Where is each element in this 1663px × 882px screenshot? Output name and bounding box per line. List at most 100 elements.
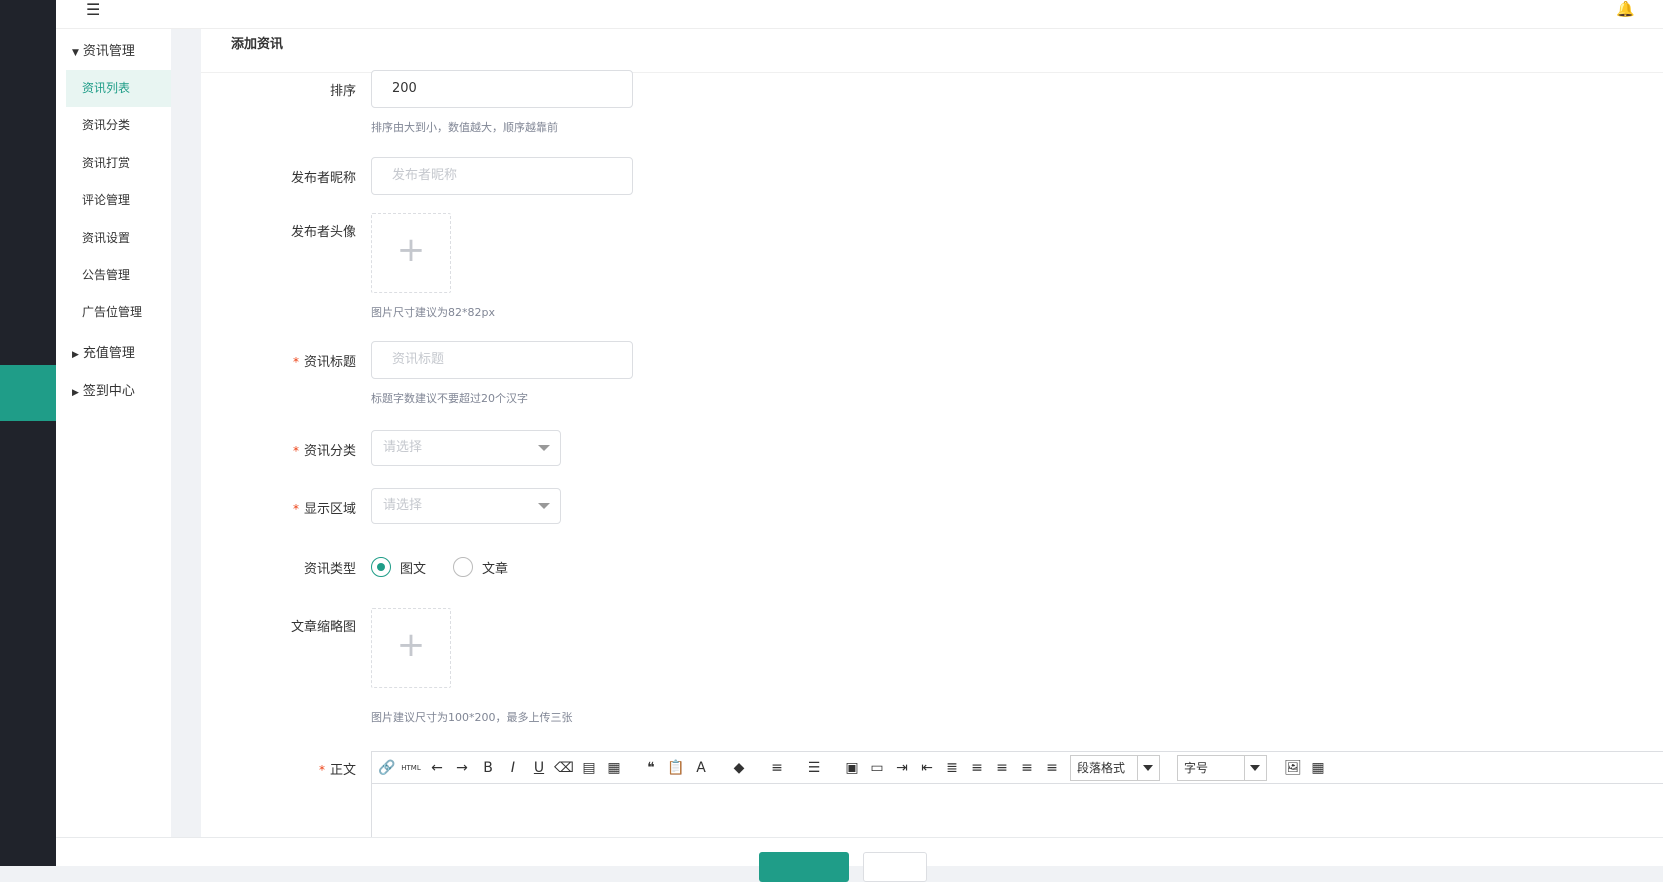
sidebar: ▼ 资讯管理 资讯列表 资讯分类 资讯打赏 评论管理 资讯设置 公告管理 广告位管…	[56, 29, 171, 866]
title-label-text: 资讯标题	[303, 355, 356, 370]
area-label-text: 显示区域	[303, 502, 356, 517]
sort-input[interactable]: 200	[371, 70, 633, 108]
italic-icon[interactable]: I	[502, 759, 524, 777]
block-format-icon[interactable]: ▦	[603, 759, 625, 777]
paragraph-format-text: 段落格式	[1077, 761, 1126, 775]
nickname-input[interactable]: 发布者昵称	[371, 157, 633, 195]
sort-label: 排序	[329, 84, 356, 99]
link-icon[interactable]: 🔗	[376, 759, 398, 777]
paragraph-format-select[interactable]: 段落格式	[1070, 755, 1160, 781]
undo-icon[interactable]: ←	[426, 759, 448, 777]
ordered-list-icon[interactable]: ≡	[766, 759, 788, 777]
title-hint: 标题字数建议不要超过20个汉字	[371, 392, 528, 405]
main-panel: 添加资讯 排序 200 排序由大到小，数值越大，顺序越靠前 发布者昵称 发布者昵…	[201, 29, 1663, 861]
sidebar-group-checkin[interactable]: ▶ 签到中心	[72, 380, 135, 399]
caret-down-icon: ▼	[72, 48, 79, 58]
thumbnail-label: 文章缩略图	[290, 620, 356, 635]
sidebar-item-news-reward[interactable]: 资讯打赏	[66, 145, 171, 182]
sidebar-item-news-list[interactable]: 资讯列表	[66, 70, 171, 107]
editor-toolbar: 🔗 HTML ← → B I U ⌫ ▤ ▦ ❝ 📋 A ◆ ≡ ☰ ▣ ▭ ⇥…	[372, 752, 1663, 784]
chevron-down-icon	[538, 503, 550, 509]
sort-hint: 排序由大到小，数值越大，顺序越靠前	[371, 121, 558, 134]
redo-icon[interactable]: →	[451, 759, 473, 777]
cancel-button[interactable]	[863, 852, 927, 882]
chevron-down-icon	[1250, 765, 1260, 771]
align-center-icon[interactable]: ≡	[991, 759, 1013, 777]
type-radio-group: 图文 文章	[371, 557, 671, 579]
required-mark: *	[292, 444, 299, 458]
underline-icon[interactable]: U	[528, 759, 550, 777]
sidebar-group-label: 签到中心	[82, 384, 135, 399]
dropdown-button[interactable]	[1137, 756, 1159, 780]
required-mark: *	[318, 763, 325, 777]
align-justify-icon[interactable]: ≡	[1041, 759, 1063, 777]
radio-article[interactable]	[453, 557, 473, 577]
avatar-label: 发布者头像	[290, 225, 356, 240]
area-select[interactable]: 请选择	[371, 488, 561, 524]
sidebar-item-ad-slots[interactable]: 广告位管理	[66, 294, 171, 331]
page-icon[interactable]: ▭	[866, 759, 888, 777]
avatar-upload[interactable]: +	[371, 213, 451, 293]
caret-right-icon: ▶	[72, 388, 79, 398]
radio-image-text[interactable]	[371, 557, 391, 577]
area-label: * 显示区域	[201, 498, 356, 517]
indent-icon[interactable]: ⇥	[891, 759, 913, 777]
confirm-save-button[interactable]	[759, 852, 849, 882]
area-select-placeholder: 请选择	[383, 498, 423, 513]
radio-image-text-label[interactable]: 图文	[400, 558, 426, 577]
sidebar-item-comments[interactable]: 评论管理	[66, 182, 171, 219]
chevron-down-icon	[538, 445, 550, 451]
title-input[interactable]: 资讯标题	[371, 341, 633, 379]
body-label-text: 正文	[329, 763, 356, 778]
title-label: * 资讯标题	[201, 351, 356, 370]
chevron-down-icon	[1143, 765, 1153, 771]
quote-icon[interactable]: ❝	[640, 759, 662, 777]
top-bar: ☰ 🔔	[56, 0, 1663, 29]
plus-icon: +	[396, 625, 426, 665]
outdent-icon[interactable]: ⇤	[916, 759, 938, 777]
avatar-hint: 图片尺寸建议为82*82px	[371, 306, 495, 319]
category-label-text: 资讯分类	[303, 444, 356, 459]
thumbnail-hint: 图片建议尺寸为100*200，最多上传三张	[371, 711, 573, 724]
menu-toggle-icon[interactable]: ☰	[86, 0, 100, 19]
sidebar-group-recharge[interactable]: ▶ 充值管理	[72, 342, 135, 361]
font-color-icon[interactable]: A	[690, 759, 712, 777]
sidebar-item-news-settings[interactable]: 资讯设置	[66, 220, 171, 257]
sidebar-item-news-category[interactable]: 资讯分类	[66, 107, 171, 144]
format-painter-icon[interactable]: ▤	[578, 759, 600, 777]
required-mark: *	[292, 355, 299, 369]
body-label: * 正文	[201, 759, 356, 778]
category-label: * 资讯分类	[201, 440, 356, 459]
text-wrap-icon[interactable]: ≣	[941, 759, 963, 777]
radio-dot	[377, 563, 385, 571]
font-size-select[interactable]: 字号	[1177, 755, 1267, 781]
sidebar-group-label: 资讯管理	[82, 44, 135, 59]
table-icon[interactable]: ▦	[1307, 759, 1329, 777]
sidebar-group-label: 充值管理	[82, 346, 135, 361]
bell-icon[interactable]: 🔔	[1616, 0, 1635, 18]
sidebar-item-announcements[interactable]: 公告管理	[66, 257, 171, 294]
category-select[interactable]: 请选择	[371, 430, 561, 466]
image-icon[interactable]: 🖼	[1282, 759, 1304, 777]
html-icon[interactable]: HTML	[400, 759, 422, 777]
dropdown-button[interactable]	[1244, 756, 1266, 780]
eraser-icon[interactable]: ⌫	[553, 759, 575, 777]
paste-icon[interactable]: 📋	[665, 759, 687, 777]
bold-icon[interactable]: B	[477, 759, 499, 777]
type-label: 资讯类型	[303, 562, 356, 577]
footer-bar	[56, 837, 1663, 882]
bg-color-icon[interactable]: ◆	[728, 759, 750, 777]
required-mark: *	[292, 502, 299, 516]
caret-right-icon: ▶	[72, 350, 79, 360]
thumbnail-upload[interactable]: +	[371, 608, 451, 688]
unordered-list-icon[interactable]: ☰	[803, 759, 825, 777]
sidebar-group-news[interactable]: ▼ 资讯管理	[72, 40, 135, 59]
page-title: 添加资讯	[231, 37, 284, 52]
radio-article-label[interactable]: 文章	[482, 558, 508, 577]
plus-icon: +	[396, 230, 426, 270]
align-right-icon[interactable]: ≡	[1016, 759, 1038, 777]
nickname-label: 发布者昵称	[290, 171, 356, 186]
rail-active-item[interactable]	[0, 365, 56, 421]
align-left-icon[interactable]: ≡	[966, 759, 988, 777]
text-box-icon[interactable]: ▣	[841, 759, 863, 777]
